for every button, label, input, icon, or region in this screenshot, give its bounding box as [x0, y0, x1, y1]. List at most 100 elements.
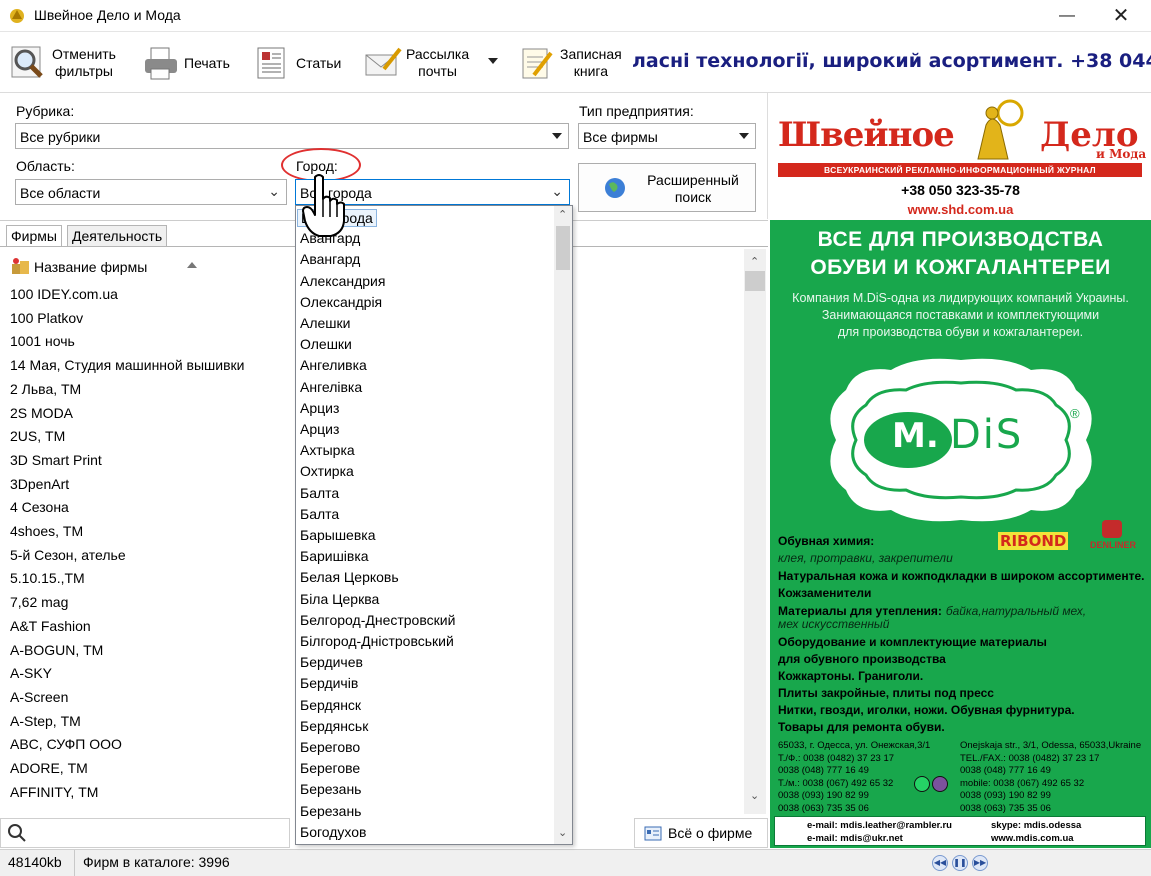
- scrollbar-thumb[interactable]: [556, 226, 570, 270]
- firm-list-scrollbar[interactable]: ⌃ ⌄: [744, 249, 766, 814]
- city-dropdown-scrollbar[interactable]: ⌃ ⌄: [554, 206, 572, 844]
- ad-address-right-2: TEL./FAX.: 0038 (0482) 37 23 17: [960, 752, 1100, 764]
- city-option[interactable]: Ангелівка: [300, 379, 362, 395]
- scroll-up-icon[interactable]: ⌃: [558, 208, 567, 221]
- city-option[interactable]: Олександрія: [300, 294, 382, 310]
- city-option[interactable]: Бердичів: [300, 675, 358, 691]
- notebook-button[interactable]: Записная книга: [518, 41, 622, 85]
- city-option[interactable]: Александрия: [300, 273, 385, 289]
- city-option[interactable]: Арциз: [300, 400, 339, 416]
- city-dropdown-list[interactable]: Все городаАвангардАвангардАлександрияОле…: [295, 205, 573, 845]
- firm-list-row[interactable]: 4 Сезона: [10, 499, 69, 515]
- ad-line-8: Товары для ремонта обуви.: [778, 720, 945, 734]
- firm-list-row[interactable]: 2S MODA: [10, 405, 73, 421]
- city-option[interactable]: Охтирка: [300, 463, 354, 479]
- firm-list-row[interactable]: 5.10.15.,ТМ: [10, 570, 85, 586]
- pause-icon[interactable]: ❚❚: [952, 855, 968, 871]
- city-option[interactable]: Балта: [300, 506, 339, 522]
- firm-list-row[interactable]: A-BOGUN, ТМ: [10, 642, 103, 658]
- next-icon[interactable]: ▶▶: [972, 855, 988, 871]
- city-option[interactable]: Бердянск: [300, 697, 361, 713]
- previous-icon[interactable]: ◀◀: [932, 855, 948, 871]
- notebook-label-1: Записная: [560, 46, 622, 62]
- scroll-down-icon[interactable]: ⌄: [558, 826, 567, 839]
- firm-list-row[interactable]: A-Screen: [10, 689, 68, 705]
- envelope-pen-icon: [364, 45, 402, 81]
- advanced-search-button[interactable]: Расширенный поиск: [578, 163, 756, 212]
- firm-list-row[interactable]: 2US, ТМ: [10, 428, 65, 444]
- firm-list-row[interactable]: AFFINITY, ТМ: [10, 784, 98, 800]
- city-option[interactable]: Білгород-Дністровський: [300, 633, 454, 649]
- company-type-select[interactable]: Все фирмы: [578, 123, 756, 149]
- firm-list-row[interactable]: 3D Smart Print: [10, 452, 102, 468]
- firm-list-row[interactable]: 3DpenArt: [10, 476, 69, 492]
- city-option[interactable]: Белгород-Днестровский: [300, 612, 455, 628]
- city-option[interactable]: Балта: [300, 485, 339, 501]
- magazine-banner[interactable]: Швейное Дело и Мода ВСЕУКРАИНСКИЙ РЕКЛАМ…: [770, 93, 1151, 219]
- city-option[interactable]: Богодухов: [300, 824, 367, 840]
- scroll-up-icon[interactable]: ⌃: [750, 255, 759, 268]
- search-input[interactable]: [0, 818, 290, 848]
- mailing-dropdown-arrow-icon[interactable]: [488, 58, 498, 64]
- city-option[interactable]: Алешки: [300, 315, 350, 331]
- city-option[interactable]: Арциз: [300, 421, 339, 437]
- firm-list-row[interactable]: 100 IDEY.com.ua: [10, 286, 118, 302]
- firm-list-row[interactable]: 2 Льва, ТМ: [10, 381, 81, 397]
- city-option[interactable]: Бердичев: [300, 654, 363, 670]
- firm-list-row[interactable]: 5-й Сезон, ателье: [10, 547, 126, 563]
- chevron-down-icon: ⌄: [268, 183, 280, 199]
- ad-insulation-title: Материалы для утепления:: [778, 604, 942, 618]
- firm-list-row[interactable]: 1001 ночь: [10, 333, 75, 349]
- mailing-button[interactable]: Рассылка почты: [364, 41, 469, 85]
- tab-activity[interactable]: Деятельность: [67, 225, 168, 247]
- firm-list-row[interactable]: 14 Мая, Студия машинной вышивки: [10, 357, 244, 373]
- city-option[interactable]: Березань: [300, 803, 361, 819]
- scroll-down-icon[interactable]: ⌄: [750, 789, 759, 802]
- city-option[interactable]: Авангард: [300, 251, 360, 267]
- city-option[interactable]: Баришівка: [300, 548, 369, 564]
- companies-icon: [10, 256, 32, 279]
- firm-list-row[interactable]: A&T Fashion: [10, 618, 91, 634]
- firm-list-row[interactable]: ADORE, ТМ: [10, 760, 88, 776]
- ad-intro-2: Занимающаяся поставками и комплектующими: [821, 308, 1100, 322]
- region-select[interactable]: Все области ⌄: [15, 179, 287, 205]
- close-button[interactable]: ✕: [1098, 0, 1144, 32]
- all-about-firm-button[interactable]: Всё о фирме: [634, 818, 768, 848]
- firm-list-row[interactable]: 100 Platkov: [10, 310, 83, 326]
- ad-address-right-5: 0038 (093) 190 82 99: [960, 790, 1051, 801]
- articles-label: Статьи: [296, 54, 342, 71]
- city-option[interactable]: Ангеливка: [300, 357, 367, 373]
- city-option[interactable]: Бердянськ: [300, 718, 368, 734]
- rubric-label: Рубрика:: [16, 103, 75, 119]
- mailing-label-2: почты: [418, 63, 457, 79]
- reset-filters-label-1: Отменить: [52, 46, 116, 62]
- city-option[interactable]: Біла Церква: [300, 591, 379, 607]
- city-option[interactable]: Ахтырка: [300, 442, 355, 458]
- print-button[interactable]: Печать: [142, 41, 230, 85]
- scrollbar-thumb[interactable]: [745, 271, 765, 291]
- registered-mark: ®: [1070, 406, 1080, 421]
- city-option[interactable]: Березань: [300, 781, 361, 797]
- printer-icon: [142, 45, 178, 81]
- city-option[interactable]: Берегове: [300, 760, 360, 776]
- firm-list-row[interactable]: A-SKY: [10, 665, 52, 681]
- reset-filters-button[interactable]: Отменить фильтры: [10, 41, 116, 85]
- city-option[interactable]: Барышевка: [300, 527, 376, 543]
- city-option[interactable]: Белая Церковь: [300, 569, 399, 585]
- firm-list-row[interactable]: ABC, СУФП ООО: [10, 736, 122, 752]
- firm-list-row[interactable]: 7,62 mag: [10, 594, 68, 610]
- column-header-label: Название фирмы: [34, 259, 148, 275]
- city-option[interactable]: Олешки: [300, 336, 352, 352]
- tab-firms[interactable]: Фирмы: [6, 225, 62, 247]
- articles-button[interactable]: Статьи: [254, 41, 341, 85]
- ad-address-left-2: Т./Ф.: 0038 (0482) 37 23 17: [778, 752, 895, 764]
- whatsapp-icon: [914, 776, 930, 792]
- brand-subtitle: ВСЕУКРАИНСКИЙ РЕКЛАМНО-ИНФОРМАЦИОННЫЙ ЖУ…: [778, 163, 1142, 177]
- mdis-advertisement[interactable]: ВСЕ ДЛЯ ПРОИЗВОДСТВА ОБУВИ И КОЖГАЛАНТЕР…: [770, 220, 1151, 848]
- minimize-button[interactable]: —: [1044, 0, 1090, 32]
- rubric-select[interactable]: Все рубрики: [15, 123, 569, 149]
- firm-list-row[interactable]: 4shoes, ТМ: [10, 523, 83, 539]
- firm-list-row[interactable]: A-Step, ТМ: [10, 713, 81, 729]
- city-option[interactable]: Берегово: [300, 739, 360, 755]
- ad-headline-2: ОБУВИ И КОЖГАЛАНТЕРЕИ: [810, 256, 1111, 279]
